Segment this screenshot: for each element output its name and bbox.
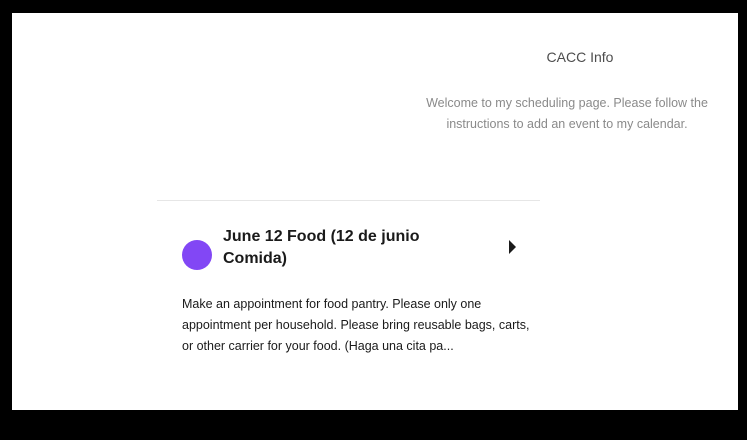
profile-name: CACC Info bbox=[546, 49, 614, 65]
bottom-border bbox=[0, 410, 747, 440]
event-title: June 12 Food (12 de junio Comida) bbox=[223, 228, 420, 267]
caret-right-icon bbox=[509, 240, 516, 254]
event-type-item[interactable]: June 12 Food (12 de junio Comida) bbox=[170, 220, 520, 290]
event-color-dot bbox=[182, 240, 212, 270]
welcome-message: Welcome to my scheduling page. Please fo… bbox=[426, 96, 708, 131]
event-description: Make an appointment for food pantry. Ple… bbox=[182, 297, 530, 353]
divider bbox=[157, 200, 540, 201]
